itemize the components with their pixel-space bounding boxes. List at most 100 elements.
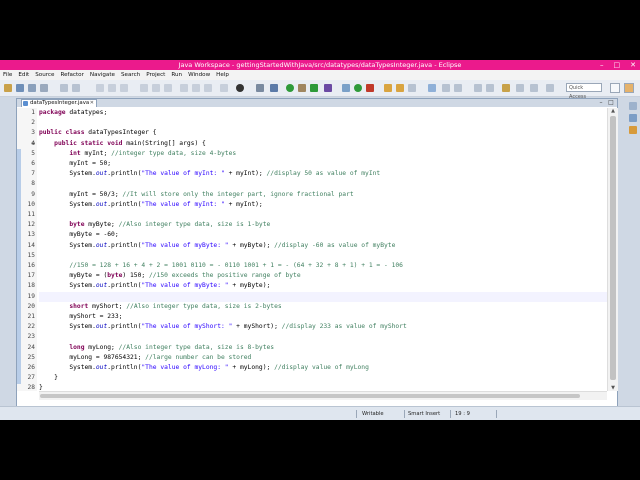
pin-editor-icon[interactable] [546, 84, 554, 92]
line-number: 17 [27, 272, 35, 279]
eclipse-window: Java Workspace - gettingStartedWithJava/… [0, 60, 640, 420]
menu-edit[interactable]: Edit [15, 70, 32, 80]
menu-navigate[interactable]: Navigate [87, 70, 118, 80]
previous-annotation-icon[interactable] [486, 84, 494, 92]
line-number: 3 [31, 129, 35, 136]
next-annotation-icon[interactable] [474, 84, 482, 92]
code-line[interactable]: myLong = 987654321; //large number can b… [39, 353, 607, 363]
maximize-editor-icon[interactable]: □ [607, 99, 615, 106]
toolbar-item-icon[interactable] [96, 84, 104, 92]
horizontal-scroll-thumb[interactable] [40, 394, 580, 398]
save-all-icon[interactable] [28, 84, 36, 92]
horizontal-scrollbar[interactable] [39, 391, 607, 400]
code-line[interactable]: myInt = 50; [39, 159, 607, 169]
open-perspective-icon[interactable] [610, 83, 620, 93]
code-line[interactable]: System.out.println("The value of myShort… [39, 322, 607, 332]
code-line[interactable] [39, 210, 607, 220]
code-line[interactable]: short myShort; //Also integer type data,… [39, 302, 607, 312]
skip-breakpoints-icon[interactable] [256, 84, 264, 92]
code-line[interactable]: myShort = 233; [39, 312, 607, 322]
code-line[interactable]: byte myByte; //Also integer type data, s… [39, 220, 607, 230]
java-perspective-icon[interactable] [624, 83, 634, 93]
toolbar-item-icon[interactable] [72, 84, 80, 92]
editor-tab[interactable]: dataTypesInteger.java ✕ [21, 99, 97, 107]
minimize-button[interactable]: – [600, 60, 604, 70]
code-line[interactable]: System.out.println("The value of myLong:… [39, 363, 607, 373]
toggle-mark-occurrences-icon[interactable] [428, 84, 436, 92]
restore-view-icon[interactable] [629, 102, 637, 110]
toolbar-item-icon[interactable] [204, 84, 212, 92]
code-area[interactable]: package datatypes; public class dataTypes… [39, 108, 607, 391]
toolbar-item-icon[interactable] [108, 84, 116, 92]
search-icon[interactable] [408, 84, 416, 92]
close-icon[interactable]: ✕ [90, 100, 94, 107]
code-line[interactable]: myInt = 50/3; //It will store only the i… [39, 190, 607, 200]
new-class-icon[interactable] [366, 84, 374, 92]
maximize-button[interactable]: □ [614, 60, 621, 70]
settings-icon[interactable] [236, 84, 244, 92]
code-line[interactable] [39, 118, 607, 128]
code-line[interactable] [39, 179, 607, 189]
code-line[interactable] [39, 332, 607, 342]
external-tools-icon[interactable] [324, 84, 332, 92]
menu-refactor[interactable]: Refactor [57, 70, 86, 80]
menu-project[interactable]: Project [143, 70, 168, 80]
code-line[interactable]: System.out.println("The value of myInt: … [39, 200, 607, 210]
minimize-editor-icon[interactable]: – [597, 99, 605, 106]
code-line[interactable]: long myLong; //Also integer type data, s… [39, 343, 607, 353]
toolbar-item-icon[interactable] [180, 84, 188, 92]
print-icon[interactable] [40, 84, 48, 92]
menu-help[interactable]: Help [213, 70, 232, 80]
code-line[interactable]: System.out.println("The value of myByte:… [39, 241, 607, 251]
code-line[interactable]: int myInt; //integer type data, size 4-b… [39, 149, 607, 159]
run-history-icon[interactable] [298, 84, 306, 92]
toolbar-item-icon[interactable] [442, 84, 450, 92]
open-type-icon[interactable] [384, 84, 392, 92]
save-icon[interactable] [16, 84, 24, 92]
toolbar-item-icon[interactable] [140, 84, 148, 92]
toolbar-item-icon[interactable] [454, 84, 462, 92]
menu-file[interactable]: File [0, 70, 15, 80]
code-line[interactable]: System.out.println("The value of myInt: … [39, 169, 607, 179]
menu-search[interactable]: Search [118, 70, 143, 80]
code-line[interactable]: myByte = -60; [39, 230, 607, 240]
toolbar-item-icon[interactable] [60, 84, 68, 92]
code-line[interactable]: public static void main(String[] args) { [39, 139, 607, 149]
toolbar-item-icon[interactable] [152, 84, 160, 92]
back-icon[interactable] [516, 84, 524, 92]
quick-access-input[interactable]: Quick Access [566, 83, 602, 100]
last-edit-location-icon[interactable] [502, 84, 510, 92]
new-package-icon[interactable] [354, 84, 362, 92]
forward-icon[interactable] [530, 84, 538, 92]
menu-window[interactable]: Window [185, 70, 213, 80]
menu-source[interactable]: Source [32, 70, 57, 80]
toolbar-item-icon[interactable] [220, 84, 228, 92]
code-line[interactable] [39, 251, 607, 261]
toolbar-item-icon[interactable] [164, 84, 172, 92]
code-line[interactable]: System.out.println("The value of myByte:… [39, 281, 607, 291]
close-button[interactable]: ✕ [630, 60, 636, 70]
new-icon[interactable] [4, 84, 12, 92]
vertical-scrollbar[interactable]: ▲ ▼ [607, 108, 618, 391]
debug-icon[interactable] [270, 84, 278, 92]
code-line[interactable]: } [39, 373, 607, 383]
code-line[interactable]: myByte = (byte) 150; //150 exceeds the p… [39, 271, 607, 281]
toolbar-item-icon[interactable] [192, 84, 200, 92]
new-java-project-icon[interactable] [342, 84, 350, 92]
coverage-icon[interactable] [310, 84, 318, 92]
run-icon[interactable] [286, 84, 294, 92]
line-number: 12 [27, 221, 35, 228]
fold-toggle-icon[interactable]: ⊖ [31, 139, 35, 149]
code-line[interactable]: public class dataTypesInteger { [39, 128, 607, 138]
code-line[interactable]: //150 = 128 + 16 + 4 + 2 = 1001 0110 = -… [39, 261, 607, 271]
code-line[interactable]: package datatypes; [39, 108, 607, 118]
task-list-icon[interactable] [629, 126, 637, 134]
current-code-line[interactable] [39, 292, 607, 302]
open-task-icon[interactable] [396, 84, 404, 92]
scroll-up-icon[interactable]: ▲ [608, 108, 618, 114]
outline-view-icon[interactable] [629, 114, 637, 122]
menu-run[interactable]: Run [168, 70, 185, 80]
vertical-scroll-thumb[interactable] [610, 116, 616, 380]
scroll-down-icon[interactable]: ▼ [608, 385, 618, 391]
toolbar-item-icon[interactable] [120, 84, 128, 92]
